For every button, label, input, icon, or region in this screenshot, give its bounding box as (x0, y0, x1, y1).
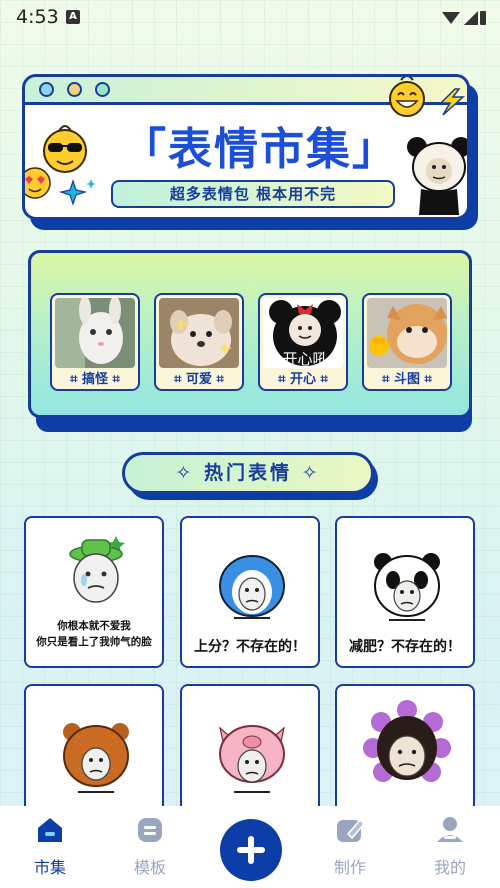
category-thumbnail: 开心吼 (263, 298, 343, 368)
category-label-text: 斗图 (393, 372, 420, 387)
wifi-signal-battery-icon (442, 11, 486, 25)
window-dot-blue (39, 82, 54, 97)
heart-eyes-emoji-icon (25, 167, 51, 199)
home-icon (38, 818, 62, 842)
window-dot-yellow (67, 82, 82, 97)
sticker-caption-secondary: 你只是看上了我帅气的脸 (36, 636, 152, 648)
category-label-text: 搞怪 (81, 372, 108, 387)
sticker-image (374, 553, 440, 621)
category-battle[interactable]: ⌗ 斗图 ⌗ (362, 293, 452, 391)
nav-tab-market[interactable]: 市集 (20, 816, 80, 878)
bottom-navigation: 市集 模板 制作 我的 (0, 806, 500, 888)
hero-title-text: 表情市集 (168, 124, 352, 175)
category-happy[interactable]: 开心吼 ⌗ 开心 ⌗ (258, 293, 348, 391)
sticker-card[interactable]: 减肥？不存在的！ (335, 516, 475, 668)
plus-icon (237, 836, 265, 864)
nav-tab-templates[interactable]: 模板 (120, 816, 180, 878)
sticker-caption: 减肥？不存在的！ (349, 639, 461, 655)
nav-tab-make[interactable]: 制作 (320, 816, 380, 878)
nav-label: 制作 (333, 858, 366, 877)
category-funny[interactable]: ⌗ 搞怪 ⌗ (50, 293, 140, 391)
sticker-image (219, 555, 285, 619)
notification-icon: A (66, 10, 80, 24)
edit-icon (337, 818, 366, 842)
sticker-image (63, 723, 129, 793)
category-cute[interactable]: ⌗ 可爱 ⌗ (154, 293, 244, 391)
category-label: ⌗ 可爱 ⌗ (174, 372, 224, 387)
sparkle-icon: ✧ (301, 462, 321, 484)
hero-subtitle: 超多表情包 根本用不完 (111, 180, 395, 208)
sticker-image (363, 700, 451, 782)
category-label: ⌗ 搞怪 ⌗ (70, 372, 120, 387)
status-time: 4:53 (16, 6, 59, 28)
sticker-image (219, 725, 285, 793)
window-dot-green (95, 82, 110, 97)
sticker-caption: 你根本就不爱我 (57, 620, 131, 632)
template-icon (138, 818, 162, 842)
bracket-left: 「 (122, 124, 168, 175)
grinning-emoji-icon (389, 77, 425, 117)
status-icons (440, 8, 486, 32)
sticker-caption: 上分？不存在的！ (194, 639, 306, 655)
lightning-icon (439, 88, 465, 116)
sparkle-icon: ✧ (175, 462, 195, 484)
status-bar: 4:53 A (0, 0, 500, 34)
nav-label: 我的 (433, 858, 466, 877)
category-label-text: 开心 (289, 372, 316, 387)
nav-label: 市集 (33, 858, 66, 877)
bracket-right: 」 (352, 124, 398, 175)
sparkle-icon (59, 179, 96, 206)
category-label: ⌗ 斗图 ⌗ (382, 372, 432, 387)
sticker-card[interactable]: 上分？不存在的！ (180, 516, 320, 668)
category-label: ⌗ 开心 ⌗ (278, 372, 328, 387)
hot-section-header: ✧ 热门表情 ✧ (122, 452, 374, 494)
sticker-image (69, 536, 125, 603)
category-panel: ⌗ 搞怪 ⌗ ⌗ 可爱 ⌗ 开心吼 ⌗ 开心 ⌗ ⌗ 斗图 ⌗ (28, 250, 472, 418)
user-icon (437, 817, 463, 842)
category-thumbnail (55, 298, 135, 368)
category-label-text: 可爱 (185, 372, 212, 387)
panda-meme-icon (407, 137, 467, 215)
category-thumbnail (159, 298, 239, 368)
create-button[interactable] (220, 819, 282, 881)
hero-title: 「表情市集」 (95, 113, 425, 177)
hot-section-label: 热门表情 (203, 462, 292, 484)
nav-tab-mine[interactable]: 我的 (420, 816, 480, 878)
sticker-card[interactable]: 你根本就不爱我 你只是看上了我帅气的脸 (24, 516, 164, 668)
nav-label: 模板 (133, 858, 166, 877)
hero-banner: 「表情市集」 超多表情包 根本用不完 (22, 74, 470, 220)
category-thumb-caption: 开心吼 (282, 350, 328, 368)
category-thumbnail (367, 298, 447, 368)
